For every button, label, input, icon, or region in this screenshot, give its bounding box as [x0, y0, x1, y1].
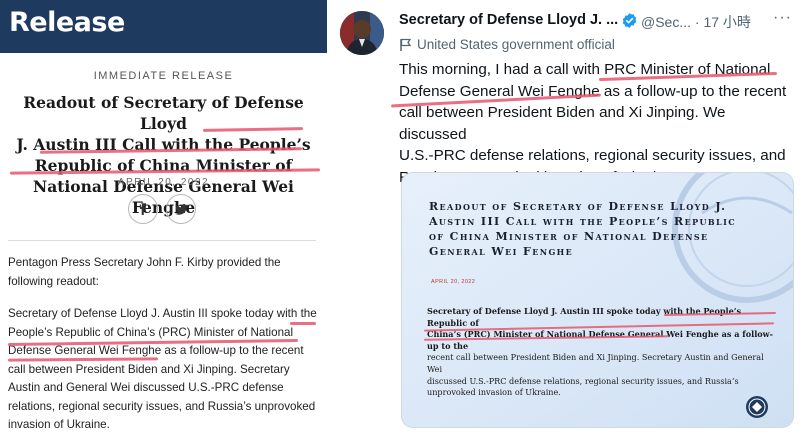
card-body: Secretary of Defense Lloyd J. Austin III… [427, 306, 777, 399]
release-page: Release IMMEDIATE RELEASE Readout of Sec… [0, 0, 327, 435]
government-label: United States government official [417, 37, 615, 52]
facebook-icon [140, 203, 146, 215]
author-name[interactable]: Secretary of Defense Lloyd J. ... [399, 12, 618, 28]
card-body-line: recent call between President Biden and … [427, 352, 764, 374]
card-body-line: discussed U.S.-PRC defense relations, re… [427, 375, 739, 386]
release-intro: Pentagon Press Secretary John F. Kirby p… [8, 254, 320, 291]
avatar-image [340, 11, 384, 55]
share-facebook-button[interactable] [128, 194, 158, 224]
avatar[interactable] [340, 11, 384, 55]
release-kicker: IMMEDIATE RELEASE [93, 70, 234, 82]
divider [8, 240, 316, 241]
flag-icon [400, 38, 412, 51]
tweet-line: This morning, I had a call with PRC Mini… [399, 61, 771, 78]
tweet-line: Defense General Wei Fenghe as a follow-u… [399, 82, 787, 100]
release-date: APRIL 20, 2022 [117, 177, 210, 188]
release-body: Secretary of Defense Lloyd J. Austin III… [8, 305, 320, 435]
body-line: relations, regional security issues, and… [8, 399, 316, 413]
body-line: Austin and General Wei discussed U.S.-PR… [8, 381, 284, 394]
more-options-button[interactable]: ··· [773, 9, 792, 27]
card-title-line: Austin III Call with the People’s Republ… [429, 215, 736, 228]
release-header-bar: Release [0, 0, 327, 53]
body-line: call between President Biden and Xi Jinp… [8, 362, 290, 376]
tweet-text: This morning, I had a call with PRC Mini… [399, 59, 795, 188]
card-date: APRIL 20, 2022 [431, 279, 476, 285]
tweet-line: call between President Biden and Xi Jinp… [399, 104, 726, 143]
intro-line: following readout: [8, 274, 99, 288]
release-headline: Readout of Secretary of Defense Lloyd J.… [8, 92, 319, 218]
dod-seal-icon [746, 396, 768, 418]
card-body-line: China’s (PRC) Minister of National Defen… [427, 329, 774, 351]
verified-badge-icon [622, 13, 637, 28]
card-title-line: General Wei Fenghe [429, 245, 574, 258]
tweet-image-card[interactable]: Readout of Secretary of Defense Lloyd J.… [401, 172, 794, 428]
handle-and-time[interactable]: @Sec... · 17 小時 [641, 12, 751, 32]
intro-line: Pentagon Press Secretary John F. Kirby p… [8, 256, 281, 269]
release-header-title: Release [9, 7, 125, 38]
card-title: Readout of Secretary of Defense Lloyd J.… [429, 199, 774, 259]
twitter-icon [174, 203, 188, 215]
tweet: Secretary of Defense Lloyd J. ... @Sec..… [327, 0, 800, 435]
card-title-line: Readout of Secretary of Defense Lloyd J. [429, 200, 727, 213]
card-title-line: of China Minister of National Defense [429, 230, 709, 243]
tweet-line: U.S.-PRC defense relations, regional sec… [399, 147, 786, 164]
card-body-line: unprovoked invasion of Ukraine. [427, 387, 561, 398]
body-line: invasion of Ukraine. [8, 418, 110, 431]
share-twitter-button[interactable] [166, 194, 196, 224]
highlight-mark [290, 322, 316, 325]
body-line: Secretary of Defense Lloyd J. Austin III… [8, 307, 317, 320]
